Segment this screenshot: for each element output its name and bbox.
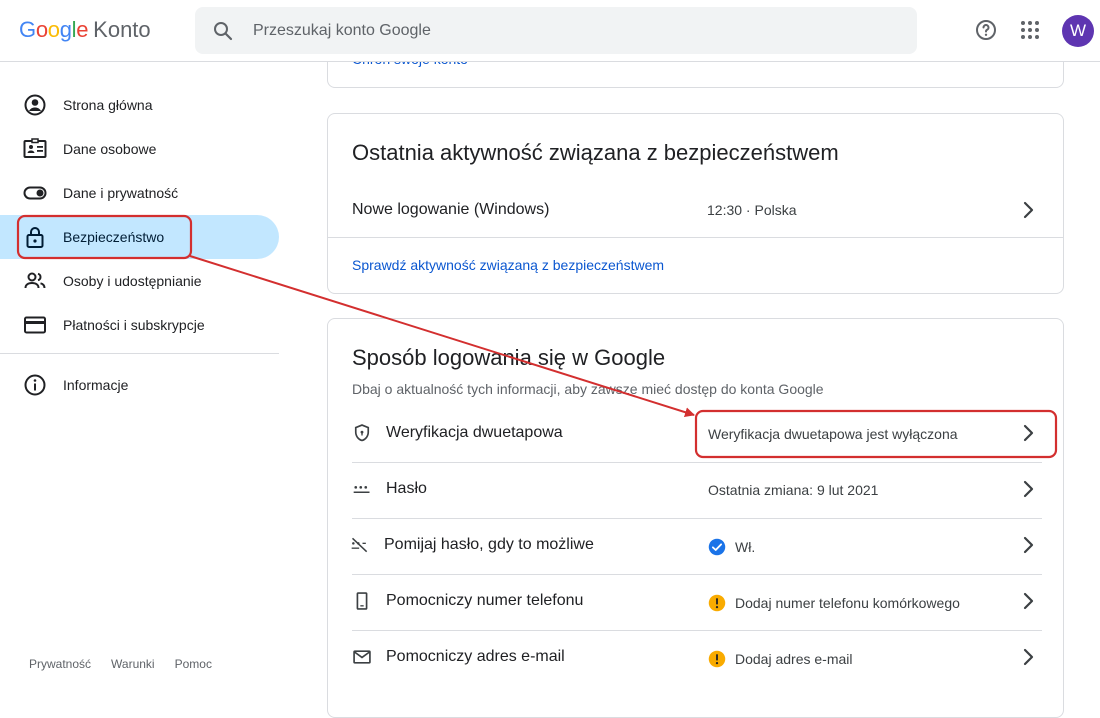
activity-label: Nowe logowanie (Windows): [352, 201, 550, 218]
sidebar-item-label: Bezpieczeństwo: [63, 229, 165, 245]
card-title: Sposób logowania się w Google: [352, 345, 666, 370]
card-subtitle: Dbaj o aktualność tych informacji, aby z…: [352, 381, 824, 397]
sidebar-nav: Strona główna Dane osobowe Dane i prywat…: [0, 62, 280, 700]
toggle-icon: [23, 186, 47, 200]
sidebar-item-label: Dane osobowe: [63, 141, 157, 157]
password-dots-icon: [353, 486, 370, 493]
row-value: Ostatnia zmiana: 9 lut 2021: [708, 482, 879, 498]
check-circle-icon: [708, 538, 726, 556]
credit-card-icon: [24, 316, 46, 334]
review-activity-link[interactable]: Sprawdź aktywność związaną z bezpieczeńs…: [352, 257, 664, 273]
apps-grid-icon[interactable]: [1018, 18, 1042, 42]
recovery-email-row[interactable]: Pomocniczy adres e-mail Dodaj adres e-ma…: [352, 631, 1042, 687]
google-account-logo[interactable]: Google Konto: [19, 17, 151, 45]
row-value: Dodaj numer telefonu komórkowego: [708, 594, 960, 612]
row-label: Pomocniczy adres e-mail: [386, 648, 565, 665]
shield-icon: [354, 424, 370, 442]
people-icon: [24, 272, 46, 289]
row-label: Pomocniczy numer telefonu: [386, 592, 584, 609]
help-icon[interactable]: [974, 18, 998, 42]
sidebar-item-security[interactable]: Bezpieczeństwo: [0, 215, 279, 259]
sidebar-item-label: Płatności i subskrypcje: [63, 317, 205, 333]
footer-link-help[interactable]: Pomoc: [175, 657, 212, 671]
product-name: Konto: [93, 17, 151, 42]
account-circle-icon: [24, 94, 46, 116]
chevron-right-icon[interactable]: [1016, 645, 1040, 669]
password-row[interactable]: Hasło Ostatnia zmiana: 9 lut 2021: [352, 463, 1042, 519]
id-card-icon: [23, 138, 47, 158]
chevron-right-icon[interactable]: [1016, 421, 1040, 445]
phone-icon: [356, 592, 368, 610]
sidebar-item-people-sharing[interactable]: Osoby i udostępnianie: [0, 259, 279, 303]
chevron-right-icon[interactable]: [1016, 198, 1040, 222]
footer-link-privacy[interactable]: Prywatność: [29, 657, 91, 671]
chevron-right-icon[interactable]: [1016, 533, 1040, 557]
row-value: Weryfikacja dwuetapowa jest wyłączona: [708, 426, 958, 442]
mail-icon: [353, 650, 371, 664]
activity-row[interactable]: Nowe logowanie (Windows) 12:30 · Polska: [352, 198, 1063, 222]
google-wordmark: Google: [19, 17, 89, 42]
two-step-verification-row[interactable]: Weryfikacja dwuetapowa Weryfikacja dwuet…: [352, 407, 1042, 463]
signin-methods-card: Sposób logowania się w Google Dbaj o akt…: [327, 318, 1064, 718]
footer-link-terms[interactable]: Warunki: [111, 657, 155, 671]
chevron-right-icon[interactable]: [1016, 589, 1040, 613]
sidebar-item-about[interactable]: Informacje: [0, 363, 279, 407]
warning-icon: [708, 650, 726, 668]
row-value: Wł.: [708, 538, 755, 556]
sidebar-item-payments[interactable]: Płatności i subskrypcje: [0, 303, 279, 347]
security-activity-card: Ostatnia aktywność związana z bezpieczeń…: [327, 113, 1064, 294]
skip-password-row[interactable]: Pomijaj hasło, gdy to możliwe Wł.: [351, 519, 1042, 575]
info-icon: [24, 374, 46, 396]
row-label: Pomijaj hasło, gdy to możliwe: [384, 536, 594, 553]
sidebar-item-home[interactable]: Strona główna: [0, 83, 279, 127]
lock-icon: [26, 227, 44, 248]
divider: [328, 237, 1063, 238]
recovery-phone-row[interactable]: Pomocniczy numer telefonu Dodaj numer te…: [352, 575, 1042, 631]
sidebar-footer: Prywatność Warunki Pomoc: [29, 657, 212, 671]
sidebar-item-label: Informacje: [63, 377, 129, 393]
card-title: Ostatnia aktywność związana z bezpieczeń…: [352, 140, 839, 165]
row-value: Dodaj adres e-mail: [708, 650, 853, 668]
sidebar-item-personal-info[interactable]: Dane osobowe: [0, 127, 279, 171]
sidebar-item-label: Osoby i udostępnianie: [63, 273, 202, 289]
search-input[interactable]: [253, 21, 853, 40]
avatar[interactable]: W: [1062, 15, 1094, 47]
top-app-bar: Google Konto W: [0, 0, 1100, 62]
row-label: Weryfikacja dwuetapowa: [386, 424, 563, 441]
password-off-icon: [351, 537, 368, 553]
sidebar-item-label: Strona główna: [63, 97, 153, 113]
warning-icon: [708, 594, 726, 612]
activity-value: 12:30 · Polska: [707, 202, 797, 218]
search-icon[interactable]: [211, 19, 235, 43]
search-bar[interactable]: [195, 7, 917, 54]
chevron-right-icon[interactable]: [1016, 477, 1040, 501]
row-label: Hasło: [386, 480, 427, 497]
sidebar-divider: [0, 353, 279, 354]
sidebar-item-data-privacy[interactable]: Dane i prywatność: [0, 171, 279, 215]
sidebar-item-label: Dane i prywatność: [63, 185, 179, 201]
